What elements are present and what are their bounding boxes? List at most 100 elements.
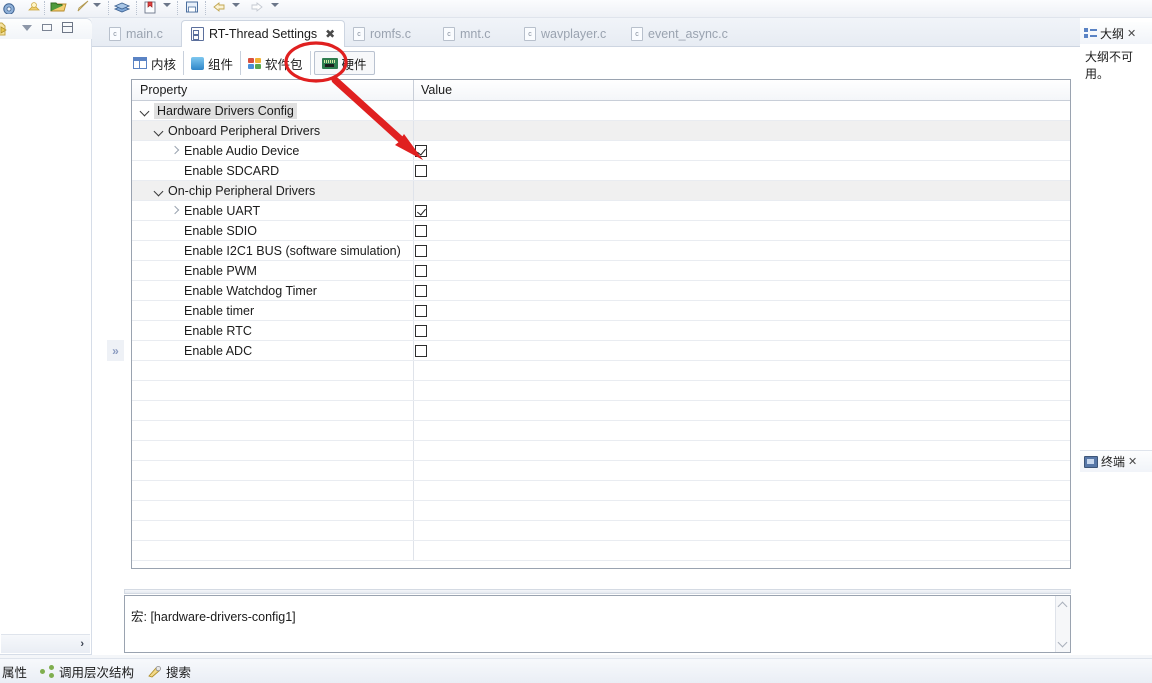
back-dropdown-icon[interactable] — [232, 3, 240, 7]
value-checkbox[interactable] — [415, 264, 427, 277]
value-cell — [413, 201, 1070, 221]
table-row[interactable]: Hardware Drivers Config — [132, 101, 1070, 121]
editor-tab-event-async-c[interactable]: c event_async.c — [622, 21, 737, 47]
chevron-right-icon[interactable] — [170, 205, 181, 216]
column-header-property[interactable]: Property — [140, 83, 187, 97]
table-row[interactable]: Enable Audio Device — [132, 141, 1070, 161]
table-row[interactable] — [132, 361, 1070, 381]
column-header-value[interactable]: Value — [421, 83, 452, 97]
components-icon — [191, 56, 205, 70]
property-cell: Enable UART — [132, 201, 413, 221]
table-row[interactable]: Onboard Peripheral Drivers — [132, 121, 1070, 141]
tab-kernel[interactable]: 内核 — [126, 51, 185, 75]
table-row[interactable] — [132, 541, 1070, 561]
table-row[interactable]: On-chip Peripheral Drivers — [132, 181, 1070, 201]
bottom-tab-properties[interactable]: 属性 — [2, 662, 27, 681]
call-hierarchy-icon — [40, 664, 55, 678]
value-checkbox[interactable] — [415, 324, 427, 337]
table-row[interactable] — [132, 501, 1070, 521]
editor-tab-wavplayer-c[interactable]: c wavplayer.c — [515, 21, 615, 47]
close-icon[interactable]: ✕ — [1127, 27, 1136, 40]
table-row[interactable] — [132, 521, 1070, 541]
description-pane-sash[interactable] — [124, 589, 1071, 594]
view-menu-icon[interactable] — [22, 25, 32, 31]
bookmark-dropdown-icon[interactable] — [163, 3, 171, 7]
bottom-tab-call-hierarchy[interactable]: 调用层次结构 — [40, 662, 134, 681]
tab-components[interactable]: 组件 — [184, 51, 242, 75]
project-explorer-icon[interactable] — [0, 21, 8, 37]
table-row[interactable] — [132, 481, 1070, 501]
value-checkbox[interactable] — [415, 304, 427, 317]
restore-view-chevron-icon[interactable]: » — [107, 340, 124, 361]
property-cell — [132, 461, 413, 481]
property-cell: On-chip Peripheral Drivers — [132, 181, 413, 201]
settings-icon[interactable] — [0, 0, 18, 15]
tab-label: 内核 — [151, 57, 177, 72]
forward-icon[interactable] — [248, 0, 266, 14]
brush-icon[interactable] — [74, 0, 92, 14]
scroll-up-icon[interactable] — [1059, 601, 1068, 608]
table-row[interactable]: Enable UART — [132, 201, 1070, 221]
open-folder-icon[interactable] — [50, 0, 68, 14]
value-checkbox[interactable] — [415, 344, 427, 357]
chevron-down-icon[interactable] — [154, 185, 165, 196]
value-checkbox[interactable] — [415, 284, 427, 297]
value-checkbox[interactable] — [415, 204, 427, 217]
table-row[interactable]: Enable ADC — [132, 341, 1070, 361]
bottom-tab-search[interactable]: 搜索 — [147, 662, 191, 681]
build-icon[interactable] — [25, 0, 43, 14]
left-panel-more-chevron-icon[interactable]: › — [80, 638, 84, 650]
table-row[interactable]: Enable PWM — [132, 261, 1070, 281]
editor-tab-rt-thread-settings[interactable]: RT-Thread Settings ✖ — [181, 20, 346, 47]
table-row[interactable] — [132, 421, 1070, 441]
back-icon[interactable] — [210, 0, 228, 14]
table-row[interactable]: Enable timer — [132, 301, 1070, 321]
scroll-down-icon[interactable] — [1059, 640, 1068, 647]
value-cell — [413, 301, 1070, 321]
tab-packages[interactable]: 软件包 — [241, 51, 311, 75]
chevron-down-icon[interactable] — [140, 105, 151, 116]
close-icon[interactable]: ✕ — [1128, 455, 1137, 468]
close-icon[interactable]: ✖ — [325, 27, 335, 41]
left-panel-minimize-button[interactable] — [42, 24, 52, 31]
table-row[interactable]: Enable I2C1 BUS (software simulation) — [132, 241, 1070, 261]
table-row[interactable] — [132, 461, 1070, 481]
book-icon[interactable] — [113, 0, 131, 14]
terminal-view-header[interactable]: 终端 ✕ — [1080, 450, 1152, 472]
table-row[interactable]: Enable SDCARD — [132, 161, 1070, 181]
value-checkbox[interactable] — [415, 224, 427, 237]
table-row[interactable]: Enable Watchdog Timer — [132, 281, 1070, 301]
editor-tab-label: romfs.c — [370, 27, 411, 41]
save-icon[interactable] — [183, 0, 201, 14]
table-row[interactable]: Enable SDIO — [132, 221, 1070, 241]
editor-tab-mnt-c[interactable]: c mnt.c — [434, 21, 500, 47]
brush-dropdown-icon[interactable] — [93, 3, 101, 7]
table-row[interactable] — [132, 441, 1070, 461]
left-panel-maximize-button[interactable] — [62, 22, 73, 33]
chevron-right-icon[interactable] — [170, 145, 181, 156]
chevron-down-icon[interactable] — [154, 125, 165, 136]
bookmark-icon[interactable] — [141, 0, 159, 14]
tab-label: 硬件 — [341, 57, 367, 72]
outline-view-header[interactable]: 大纲 ✕ — [1080, 22, 1152, 44]
terminal-view-title: 终端 — [1101, 455, 1126, 469]
value-checkbox[interactable] — [415, 144, 427, 157]
table-row[interactable]: Enable RTC — [132, 321, 1070, 341]
description-scrollbar[interactable] — [1055, 596, 1070, 652]
column-divider[interactable] — [413, 80, 414, 101]
editor-tab-main-c[interactable]: c main.c — [100, 21, 172, 47]
value-checkbox[interactable] — [415, 164, 427, 177]
table-row[interactable] — [132, 401, 1070, 421]
property-cell: Enable timer — [132, 301, 413, 321]
tab-hardware[interactable]: 硬件 — [313, 51, 375, 75]
value-checkbox[interactable] — [415, 244, 427, 257]
value-cell — [413, 361, 1070, 381]
terminal-icon — [1084, 455, 1098, 468]
editor-tab-romfs-c[interactable]: c romfs.c — [344, 21, 420, 47]
toolbar-separator — [136, 1, 137, 15]
table-row[interactable] — [132, 381, 1070, 401]
forward-dropdown-icon[interactable] — [271, 3, 279, 7]
value-cell — [413, 221, 1070, 241]
